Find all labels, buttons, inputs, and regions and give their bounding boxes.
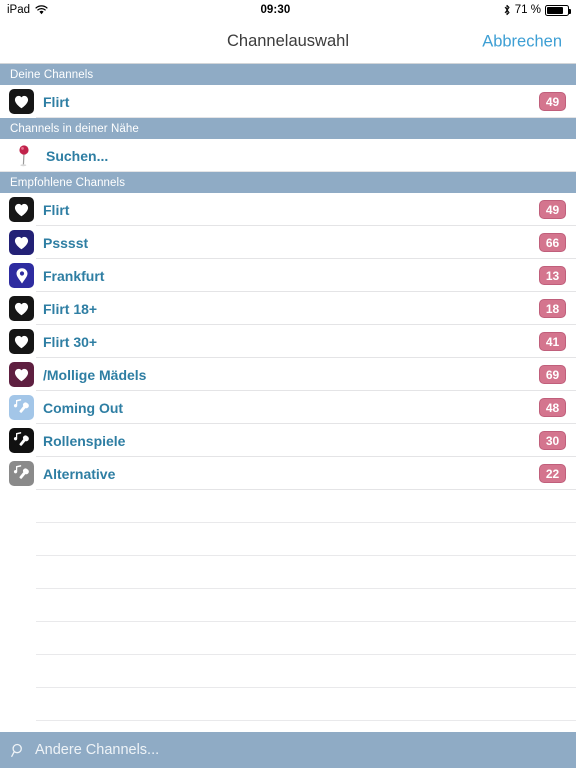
cancel-button[interactable]: Abbrechen <box>482 32 562 51</box>
unread-count-badge: 22 <box>539 464 566 483</box>
empty-list-row <box>0 523 576 556</box>
map-pin-icon <box>14 143 34 168</box>
unread-count-badge: 69 <box>539 365 566 384</box>
bluetooth-icon <box>503 4 511 16</box>
unread-count-badge: 66 <box>539 233 566 252</box>
channel-name: Flirt 30+ <box>43 333 98 350</box>
empty-list-row <box>0 622 576 655</box>
karaoke-icon <box>13 399 29 413</box>
karaoke-icon <box>9 461 34 486</box>
battery-icon <box>545 4 571 16</box>
location-pin-icon <box>16 267 27 283</box>
channel-row[interactable]: Flirt 18+ 18 <box>0 292 576 325</box>
status-bar: iPad 09:30 71 % <box>0 0 576 20</box>
channel-row[interactable]: Psssst 66 <box>0 226 576 259</box>
heart-icon <box>9 329 34 354</box>
map-pin-icon <box>19 144 29 166</box>
heart-icon <box>9 362 34 387</box>
empty-list-row <box>0 556 576 589</box>
channel-row[interactable]: Suchen... <box>0 139 576 172</box>
empty-list-row <box>0 490 576 523</box>
heart-icon <box>14 95 29 108</box>
channel-name: Alternative <box>43 465 116 482</box>
channel-name: Flirt <box>43 201 70 218</box>
channel-name: /Mollige Mädels <box>43 366 147 383</box>
empty-list-row <box>0 655 576 688</box>
other-channels-label: Andere Channels... <box>35 742 160 758</box>
unread-count-badge: 48 <box>539 398 566 417</box>
ipad-screen: iPad 09:30 71 % Channelauswahl Abbrechen <box>0 0 576 768</box>
section-header: Channels in deiner Nähe <box>0 118 576 139</box>
karaoke-icon <box>9 395 34 420</box>
heart-icon <box>9 197 34 222</box>
channel-row[interactable]: /Mollige Mädels 69 <box>0 358 576 391</box>
heart-icon <box>14 203 29 216</box>
heart-icon <box>9 89 34 114</box>
heart-icon <box>9 296 34 321</box>
wifi-icon <box>35 5 48 15</box>
heart-icon <box>14 335 29 348</box>
channel-name: Frankfurt <box>43 267 105 284</box>
device-name: iPad <box>7 4 31 16</box>
channel-list[interactable]: Deine Channels Flirt 49 Channels in deiner … <box>0 64 576 732</box>
karaoke-icon <box>9 428 34 453</box>
other-channels-bar[interactable]: Andere Channels... <box>0 732 576 768</box>
location-pin-icon <box>9 263 34 288</box>
heart-icon <box>14 302 29 315</box>
channel-row[interactable]: Alternative 22 <box>0 457 576 490</box>
channel-row[interactable]: Frankfurt 13 <box>0 259 576 292</box>
status-bar-right: 71 % <box>503 4 571 16</box>
channel-name: Flirt 18+ <box>43 300 98 317</box>
status-bar-left: iPad <box>7 4 48 16</box>
channel-name: Flirt <box>43 93 70 110</box>
section-header: Empfohlene Channels <box>0 172 576 193</box>
unread-count-badge: 49 <box>539 200 566 219</box>
channel-row[interactable]: Flirt 49 <box>0 193 576 226</box>
channel-row[interactable]: Rollenspiele 30 <box>0 424 576 457</box>
channel-name: Rollenspiele <box>43 432 126 449</box>
empty-list-row <box>0 589 576 622</box>
battery-percent: 71 % <box>514 4 541 16</box>
navigation-bar: Channelauswahl Abbrechen <box>0 20 576 64</box>
search-icon <box>11 743 26 758</box>
heart-icon <box>9 230 34 255</box>
page-title: Channelauswahl <box>226 32 349 50</box>
karaoke-icon <box>13 432 29 446</box>
channel-row[interactable]: Flirt 30+ 41 <box>0 325 576 358</box>
heart-icon <box>14 236 29 249</box>
unread-count-badge: 13 <box>539 266 566 285</box>
section-header: Deine Channels <box>0 64 576 85</box>
channel-name: Psssst <box>43 234 89 251</box>
channel-name: Suchen... <box>46 147 109 164</box>
unread-count-badge: 18 <box>539 299 566 318</box>
status-bar-clock: 09:30 <box>260 4 291 16</box>
heart-icon <box>14 368 29 381</box>
karaoke-icon <box>13 465 29 479</box>
unread-count-badge: 41 <box>539 332 566 351</box>
unread-count-badge: 49 <box>539 92 566 111</box>
channel-row[interactable]: Coming Out 48 <box>0 391 576 424</box>
empty-list-row <box>0 688 576 721</box>
empty-list-row <box>0 721 576 732</box>
channel-row[interactable]: Flirt 49 <box>0 85 576 118</box>
channel-name: Coming Out <box>43 399 124 416</box>
unread-count-badge: 30 <box>539 431 566 450</box>
